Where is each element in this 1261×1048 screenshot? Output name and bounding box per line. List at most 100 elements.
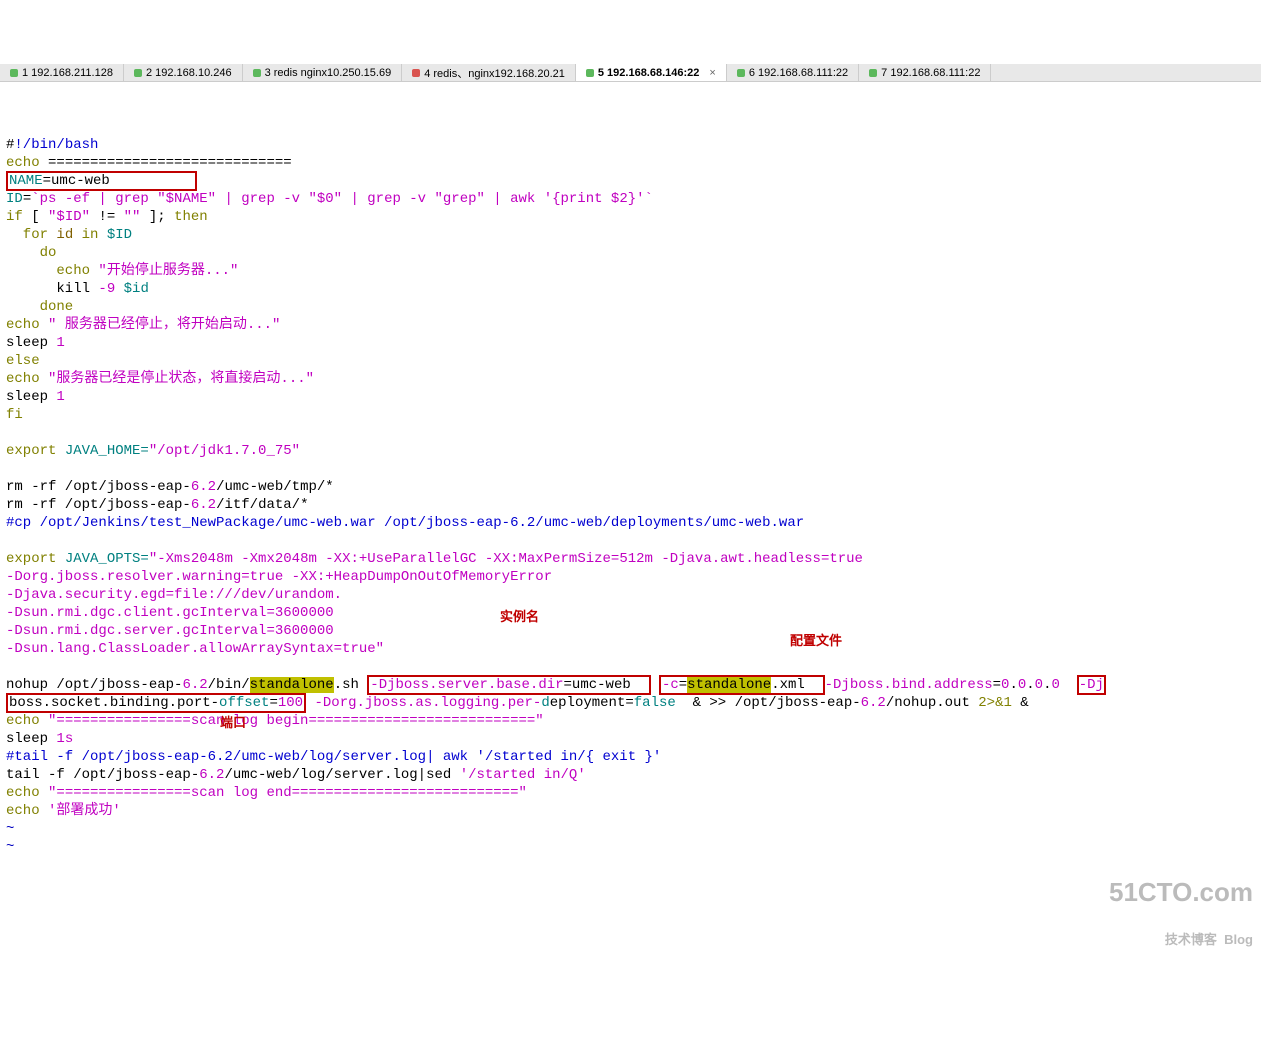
varref: $id	[115, 281, 149, 297]
watermark-big: 51CTO.com	[1109, 879, 1253, 905]
highlight-name-assign: NAME=umc-web	[6, 171, 197, 191]
tilde-line: ~	[6, 821, 14, 837]
kw-echo: echo	[6, 713, 40, 729]
kw-false: false	[634, 695, 676, 711]
num: 6.2	[861, 695, 886, 711]
val: =umc-web	[564, 677, 648, 693]
highlight-config: -c=standalone.xml	[659, 675, 825, 695]
text: ];	[140, 209, 174, 225]
string: -Djava.security.egd=file:///dev/urandom.	[6, 587, 342, 603]
string: -Dsun.lang.ClassLoader.allowArraySyntax=…	[6, 641, 384, 657]
text: !=	[90, 209, 124, 225]
num: 1	[56, 389, 64, 405]
dot: .	[1026, 677, 1034, 693]
tab-5-active[interactable]: 5 192.168.68.146:22 ×	[576, 64, 727, 81]
string: "================scan log begin=========…	[40, 713, 544, 729]
text: [	[23, 209, 48, 225]
eq: =	[993, 677, 1001, 693]
string: -Dsun.rmi.dgc.server.gcInterval=3600000	[6, 623, 334, 639]
status-dot-icon	[737, 69, 745, 77]
tab-1[interactable]: 1 192.168.211.128	[0, 64, 124, 81]
kw-else: else	[6, 353, 40, 369]
num: 0	[1051, 677, 1059, 693]
kw-d: d	[541, 695, 549, 711]
kw-echo: echo	[6, 785, 40, 801]
shebang: !/bin/bash	[14, 137, 98, 153]
string: "================scan log end===========…	[40, 785, 527, 801]
opt: -Dorg.jboss.as.logging.per-	[315, 695, 542, 711]
string: -Dorg.jboss.resolver.warning=true -XX:+H…	[6, 569, 552, 585]
redir: 2>&1	[978, 695, 1012, 711]
tab-4[interactable]: 4 redis、nginx192.168.20.21	[402, 64, 576, 81]
kw-echo: echo	[6, 371, 40, 387]
tab-7[interactable]: 7 192.168.68.111:22	[859, 64, 991, 81]
path: /nohup.out	[886, 695, 978, 711]
cmd-sleep: sleep	[6, 335, 56, 351]
string: " 服务器已经停止，将开始启动..."	[40, 317, 281, 333]
tab-label: 2 192.168.10.246	[146, 67, 232, 79]
cmd-rm: rm -rf /opt/jboss-eap-	[6, 497, 191, 513]
status-dot-icon	[869, 69, 877, 77]
status-dot-icon	[253, 69, 261, 77]
kw-echo: echo	[6, 155, 40, 171]
tab-6[interactable]: 6 192.168.68.111:22	[727, 64, 859, 81]
status-dot-icon	[10, 69, 18, 77]
path: /umc-web/tmp/*	[216, 479, 334, 495]
status-dot-icon	[134, 69, 142, 77]
num: 6.2	[191, 479, 216, 495]
num: 6.2	[199, 767, 224, 783]
num: 6.2	[191, 497, 216, 513]
var-id: ID	[6, 191, 23, 207]
opt: -Djboss.bind.address	[825, 677, 993, 693]
highlight-port-offset: boss.socket.binding.port-offset=100	[6, 693, 306, 713]
text: &	[676, 695, 710, 711]
tab-3[interactable]: 3 redis nginx10.250.15.69	[243, 64, 403, 81]
kw-do: do	[6, 245, 56, 261]
kw-offset: offset	[219, 695, 269, 711]
eq: =	[43, 173, 51, 189]
text: eployment=	[550, 695, 634, 711]
tilde-line: ~	[6, 839, 14, 855]
string: "/opt/jdk1.7.0_75"	[149, 443, 300, 459]
kw-for: for	[6, 227, 48, 243]
kw-if: if	[6, 209, 23, 225]
var: JAVA_OPTS=	[56, 551, 148, 567]
eq: =	[679, 677, 687, 693]
kw-export: export	[6, 443, 56, 459]
status-dot-icon	[412, 69, 420, 77]
kw-then: then	[174, 209, 208, 225]
tab-label: 3 redis nginx10.250.15.69	[265, 67, 392, 79]
loop-var: id	[48, 227, 82, 243]
kw-fi: fi	[6, 407, 23, 423]
opt: -Dj	[1079, 677, 1104, 693]
path: /itf/data/*	[216, 497, 308, 513]
opt: -Djboss.server.base.dir	[370, 677, 563, 693]
num: 100	[278, 695, 303, 711]
opt: -9	[98, 281, 115, 297]
annotation-port: 端口	[220, 714, 246, 732]
num: 0	[1018, 677, 1026, 693]
tab-2[interactable]: 2 192.168.10.246	[124, 64, 243, 81]
kw-export: export	[6, 551, 56, 567]
ext: .xml	[771, 677, 821, 693]
path: /opt/jboss-eap-	[726, 695, 860, 711]
string: "服务器已经是停止状态，将直接启动..."	[40, 371, 314, 387]
ext: .sh	[334, 677, 368, 693]
annotation-config-file: 配置文件	[790, 632, 842, 650]
num: 1s	[56, 731, 73, 747]
tab-label: 5 192.168.68.146:22	[598, 67, 700, 79]
backtick-cmd: `ps -ef | grep "$NAME" | grep -v "$0" | …	[31, 191, 653, 207]
eq: =	[23, 191, 31, 207]
path: /umc-web/log/server.log|sed	[224, 767, 459, 783]
tab-label: 7 192.168.68.111:22	[881, 67, 980, 79]
annotation-instance-name: 实例名	[500, 608, 539, 626]
tab-label: 6 192.168.68.111:22	[749, 67, 848, 79]
highlight-dj: -Dj	[1077, 675, 1106, 695]
kw-echo: echo	[6, 317, 40, 333]
terminal-tab-bar: 1 192.168.211.128 2 192.168.10.246 3 red…	[0, 64, 1261, 82]
editor-viewport[interactable]: #!/bin/bash echo =======================…	[0, 114, 1261, 968]
close-icon[interactable]: ×	[709, 67, 715, 79]
watermark-small: 技术博客 Blog	[1109, 933, 1253, 946]
cmd-kill: kill	[6, 281, 98, 297]
varref: $ID	[98, 227, 132, 243]
